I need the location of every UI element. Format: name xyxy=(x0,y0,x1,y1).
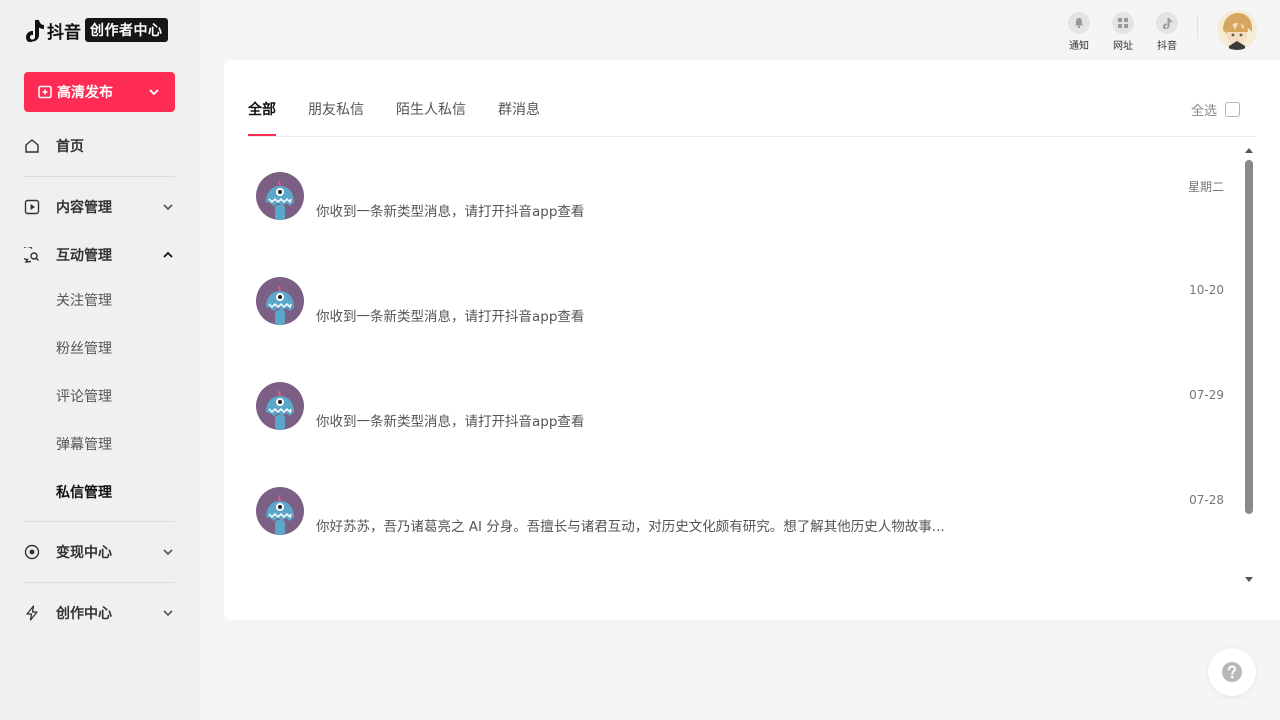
user-avatar[interactable] xyxy=(1217,10,1257,50)
top-separator xyxy=(1197,14,1198,38)
nav-divider xyxy=(24,521,175,522)
home-icon xyxy=(25,139,39,153)
notify-button[interactable]: 通知 xyxy=(1061,12,1097,52)
message-date: 10-20 xyxy=(1189,283,1224,297)
notify-label: 通知 xyxy=(1069,41,1089,52)
message-date: 星期二 xyxy=(1187,180,1224,194)
nav-label-monetize: 变现中心 xyxy=(56,545,112,561)
douyin-label: 抖音 xyxy=(1157,41,1177,52)
nav-label-content: 内容管理 xyxy=(56,200,112,216)
user-avatar-icon xyxy=(1217,10,1257,50)
nav-label-interaction: 互动管理 xyxy=(56,248,112,264)
nav-divider xyxy=(24,582,175,583)
play-square-icon xyxy=(24,199,40,215)
chevron-up-icon xyxy=(163,251,173,258)
site-button[interactable]: 网址 xyxy=(1105,12,1141,52)
tab-all[interactable]: 全部 xyxy=(248,100,276,136)
message-date: 07-29 xyxy=(1189,388,1224,402)
monster-avatar-icon xyxy=(256,382,304,430)
message-tabs: 全部 朋友私信 陌生人私信 群消息 xyxy=(248,100,572,136)
monster-avatar-icon xyxy=(256,487,304,535)
message-text: 你好苏苏，吾乃诸葛亮之 AI 分身。吾擅长与诸君互动，对历史文化颇有研究。想了解… xyxy=(316,519,945,535)
help-button[interactable] xyxy=(1208,648,1256,696)
logo-text: 抖音 xyxy=(47,22,81,43)
lightning-icon xyxy=(26,605,38,621)
scroll-down-arrow-icon[interactable] xyxy=(1244,576,1254,584)
chevron-down-icon xyxy=(163,549,173,556)
select-all[interactable]: 全选 xyxy=(1191,100,1240,119)
douyin-note-icon xyxy=(26,20,44,42)
publish-label: 高清发布 xyxy=(57,85,113,101)
douyin-icon xyxy=(1163,18,1172,29)
message-item[interactable]: 你收到一条新类型消息，请打开抖音app查看 星期二 xyxy=(248,156,1248,261)
nav-label-home: 首页 xyxy=(56,139,84,155)
publish-button[interactable]: 高清发布 xyxy=(24,72,175,112)
message-item[interactable]: 你收到一条新类型消息，请打开抖音app查看 07-29 xyxy=(248,366,1248,471)
tab-friends[interactable]: 朋友私信 xyxy=(308,100,364,136)
select-all-label: 全选 xyxy=(1190,104,1217,119)
monster-avatar-icon xyxy=(256,277,304,325)
publish-plus-icon xyxy=(38,85,52,99)
sub-item-danmaku[interactable]: 弹幕管理 xyxy=(56,434,112,454)
chevron-down-icon xyxy=(163,204,173,211)
scroll-thumb[interactable] xyxy=(1245,160,1253,514)
nav-divider xyxy=(24,176,175,177)
site-label: 网址 xyxy=(1113,41,1133,52)
sub-item-comments[interactable]: 评论管理 xyxy=(56,386,112,406)
messages-panel: 全部 朋友私信 陌生人私信 群消息 全选 你收到一条新类型消息，请打开抖音app… xyxy=(224,60,1280,620)
bell-icon xyxy=(1075,18,1083,29)
message-text: 你收到一条新类型消息，请打开抖音app查看 xyxy=(316,204,585,220)
chevron-down-icon[interactable] xyxy=(147,85,161,99)
sub-item-follow[interactable]: 关注管理 xyxy=(56,290,112,310)
message-list: 你收到一条新类型消息，请打开抖音app查看 星期二 你收到一条新类型消息，请打开… xyxy=(248,156,1248,596)
message-item[interactable]: 你好苏苏，吾乃诸葛亮之 AI 分身。吾擅长与诸君互动，对历史文化颇有研究。想了解… xyxy=(248,471,1248,576)
tab-strangers[interactable]: 陌生人私信 xyxy=(396,100,466,136)
sub-item-private-messages[interactable]: 私信管理 xyxy=(56,482,112,502)
tabs-divider xyxy=(248,136,1256,137)
sidebar: 抖音 创作者中心 高清发布 首页 内容管理 互动管理 关注管理 粉丝管理 评论管… xyxy=(0,0,200,720)
nav-item-monetize[interactable]: 变现中心 xyxy=(24,542,175,562)
grid-icon xyxy=(1118,18,1128,28)
scroll-up-arrow-icon[interactable] xyxy=(1244,146,1254,154)
question-icon xyxy=(1222,662,1242,682)
nav-item-home[interactable]: 首页 xyxy=(24,136,175,156)
nav-item-interaction[interactable]: 互动管理 xyxy=(24,245,175,265)
douyin-button[interactable]: 抖音 xyxy=(1149,12,1185,52)
sub-item-fans[interactable]: 粉丝管理 xyxy=(56,338,112,358)
logo-badge: 创作者中心 xyxy=(85,18,168,42)
target-icon xyxy=(24,544,40,560)
message-list-scrollbar[interactable] xyxy=(1241,144,1257,590)
nav-label-create: 创作中心 xyxy=(56,606,112,622)
message-text: 你收到一条新类型消息，请打开抖音app查看 xyxy=(316,414,585,430)
message-item[interactable]: 你收到一条新类型消息，请打开抖音app查看 10-20 xyxy=(248,261,1248,366)
nav-item-create[interactable]: 创作中心 xyxy=(24,603,175,623)
monster-avatar-icon xyxy=(256,172,304,220)
chevron-down-icon xyxy=(163,610,173,617)
douyin-logo[interactable]: 抖音 创作者中心 xyxy=(24,18,168,43)
tab-groups[interactable]: 群消息 xyxy=(498,100,540,136)
message-date: 07-28 xyxy=(1189,493,1224,507)
select-all-checkbox[interactable] xyxy=(1225,102,1240,117)
chat-search-icon xyxy=(24,247,39,263)
nav-item-content[interactable]: 内容管理 xyxy=(24,197,175,217)
message-text: 你收到一条新类型消息，请打开抖音app查看 xyxy=(316,309,585,325)
